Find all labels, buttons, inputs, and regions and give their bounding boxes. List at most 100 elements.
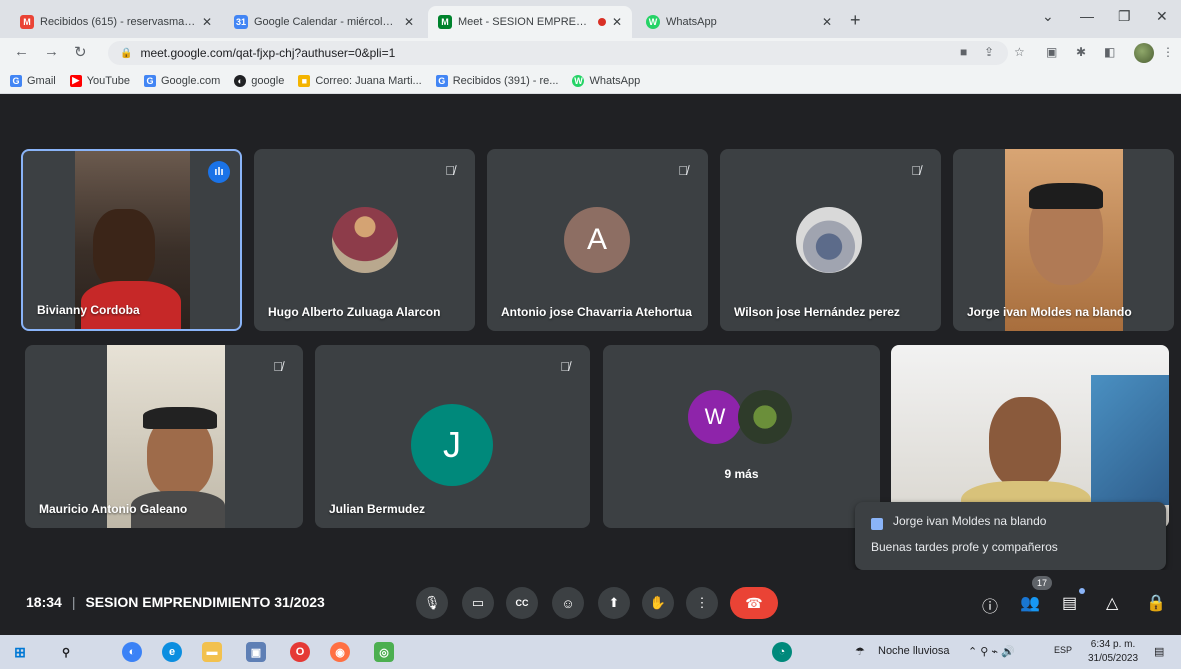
notification-sender: Jorge ivan Moldes na blando: [893, 514, 1047, 528]
search-icon[interactable]: ⚲: [56, 642, 76, 662]
reload-icon[interactable]: ↻: [74, 43, 87, 61]
camera-icon[interactable]: ■: [960, 45, 967, 59]
app-icon[interactable]: ◔: [772, 642, 792, 662]
edge-icon[interactable]: e: [162, 642, 182, 662]
meeting-details-icon[interactable]: ⓘ: [982, 593, 998, 617]
restore-button[interactable]: ❐: [1118, 8, 1131, 25]
participant-tile[interactable]: 🎙̸ Wilson jose Hernández perez: [720, 149, 941, 331]
weather-label[interactable]: Noche lluviosa: [878, 645, 950, 657]
bookmark-label: google: [251, 74, 285, 87]
people-icon[interactable]: 👥: [1020, 593, 1040, 613]
bookmark-google-com[interactable]: G Google.com: [143, 74, 220, 87]
mic-off-icon: 🎙̸: [273, 358, 283, 374]
forward-icon[interactable]: →: [44, 43, 59, 60]
language-indicator[interactable]: ESP: [1054, 645, 1072, 655]
avatar: J: [411, 404, 493, 486]
menu-icon[interactable]: ⋮: [1162, 45, 1174, 59]
participant-tile[interactable]: 🎙̸ Hugo Alberto Zuluaga Alarcon: [254, 149, 475, 331]
close-tab-icon[interactable]: ✕: [822, 15, 832, 29]
more-participants-tile[interactable]: W 9 más: [603, 345, 880, 528]
leave-call-button[interactable]: ☎: [730, 587, 778, 619]
share-icon[interactable]: ⇪: [984, 45, 994, 59]
minimize-button[interactable]: —: [1080, 8, 1094, 24]
address-bar[interactable]: 🔒 meet.google.com/qat-fjxp-chj?authuser=…: [108, 41, 1008, 65]
participant-name: Hugo Alberto Zuluaga Alarcon: [268, 305, 441, 319]
file-explorer-icon[interactable]: ▬: [202, 642, 222, 662]
close-window-button[interactable]: ✕: [1156, 8, 1168, 25]
cast-icon[interactable]: ▣: [1046, 45, 1057, 59]
notification-message: Buenas tardes profe y compañeros: [871, 540, 1058, 554]
tab-title: Meet - SESION EMPRENDIMI: [458, 16, 592, 28]
bookmark-star-icon[interactable]: ☆: [1014, 45, 1025, 59]
google-icon: G: [435, 74, 448, 87]
mic-off-icon: 🎙̸: [678, 162, 688, 178]
chat-notification[interactable]: Jorge ivan Moldes na blando Buenas tarde…: [855, 502, 1166, 570]
tab-whatsapp[interactable]: W WhatsApp ✕: [636, 6, 842, 38]
weather-icon[interactable]: ☂: [855, 645, 865, 658]
tab-title: WhatsApp: [666, 16, 717, 28]
avatar: [738, 390, 792, 444]
tab-title: Google Calendar - miércoles, 31: [254, 16, 398, 28]
system-tray-icons[interactable]: ⌃ ⚲ ⌁ 🔊: [968, 645, 1015, 658]
camera-button[interactable]: ▭: [462, 587, 494, 619]
bookmark-google[interactable]: ◐ google: [234, 74, 285, 87]
hair-shape: [1029, 183, 1103, 209]
participant-tile[interactable]: 🎙̸ Mauricio Antonio Galeano: [25, 345, 303, 528]
google-icon: G: [143, 74, 156, 87]
tab-calendar[interactable]: 31 Google Calendar - miércoles, 31 ✕: [224, 6, 424, 38]
windows-start-icon[interactable]: ⊞: [10, 642, 30, 662]
side-panel-icon[interactable]: ◧: [1104, 45, 1115, 59]
bookmark-label: Gmail: [27, 74, 56, 87]
opera-icon[interactable]: O: [290, 642, 310, 662]
captions-button[interactable]: CC: [506, 587, 538, 619]
meet-stage: ılı Bivianny Cordoba 🎙̸ Hugo Alberto Zul…: [0, 95, 1181, 635]
host-controls-icon[interactable]: 🔒: [1146, 593, 1166, 613]
notification-center-icon[interactable]: ▤: [1154, 645, 1164, 658]
participant-tile[interactable]: Jorge ivan Moldes na blando: [953, 149, 1174, 331]
mic-off-icon: 🎙̸: [445, 162, 455, 178]
camera-app-icon[interactable]: ▣: [246, 642, 266, 662]
close-tab-icon[interactable]: ✕: [612, 15, 622, 29]
face-shape: [93, 209, 155, 289]
clock[interactable]: 6:34 p. m. 31/05/2023: [1088, 638, 1138, 666]
firefox-icon[interactable]: ◉: [330, 642, 350, 662]
participant-name: Julian Bermudez: [329, 502, 426, 516]
microphone-button[interactable]: 🎙: [416, 587, 448, 619]
participant-tile[interactable]: 🎙̸ J Julian Bermudez: [315, 345, 590, 528]
avatar: [332, 207, 398, 273]
cortana-icon[interactable]: ◐: [122, 642, 142, 662]
extensions-icon[interactable]: ✱: [1076, 45, 1086, 59]
whatsapp-icon: W: [646, 15, 660, 29]
chrome-icon[interactable]: ◎: [374, 642, 394, 662]
participant-tile[interactable]: 🎙̸ A Antonio jose Chavarria Atehortua: [487, 149, 708, 331]
more-options-button[interactable]: ⋮: [686, 587, 718, 619]
back-icon[interactable]: ←: [14, 43, 29, 60]
activities-icon[interactable]: △: [1106, 593, 1118, 613]
new-tab-button[interactable]: +: [850, 10, 861, 31]
self-view-tile[interactable]: [891, 345, 1169, 528]
cap-shape: [143, 407, 217, 429]
bookmark-whatsapp[interactable]: W WhatsApp: [572, 74, 640, 87]
present-screen-button[interactable]: ⬆: [598, 587, 630, 619]
emoji-button[interactable]: ☺: [552, 587, 584, 619]
chat-icon[interactable]: ▤: [1062, 593, 1077, 613]
close-tab-icon[interactable]: ✕: [202, 15, 212, 29]
office-icon: ■: [298, 74, 311, 87]
profile-avatar[interactable]: [1134, 43, 1154, 63]
bookmark-gmail[interactable]: G Gmail: [10, 74, 56, 87]
tab-gmail[interactable]: M Recibidos (615) - reservasmarazu ✕: [10, 6, 222, 38]
tab-search-icon[interactable]: ⌄: [1042, 8, 1054, 25]
bookmarks-bar: G Gmail ▶ YouTube G Google.com ◐ google ■ Cor…: [0, 68, 1181, 94]
participant-tile[interactable]: ılı Bivianny Cordoba: [21, 149, 242, 331]
tab-meet[interactable]: M Meet - SESION EMPRENDIMI ✕: [428, 6, 632, 38]
close-tab-icon[interactable]: ✕: [404, 15, 414, 29]
avatar: [796, 207, 862, 273]
clock-date: 31/05/2023: [1088, 653, 1139, 664]
bookmark-recibidos[interactable]: G Recibidos (391) - re...: [435, 74, 558, 87]
raise-hand-button[interactable]: ✋: [642, 587, 674, 619]
whatsapp-icon: W: [572, 74, 585, 87]
bookmark-correo[interactable]: ■ Correo: Juana Marti...: [298, 74, 422, 87]
bookmark-label: Correo: Juana Marti...: [315, 74, 422, 87]
bookmark-youtube[interactable]: ▶ YouTube: [69, 74, 130, 87]
participant-count-badge: 17: [1032, 576, 1052, 590]
